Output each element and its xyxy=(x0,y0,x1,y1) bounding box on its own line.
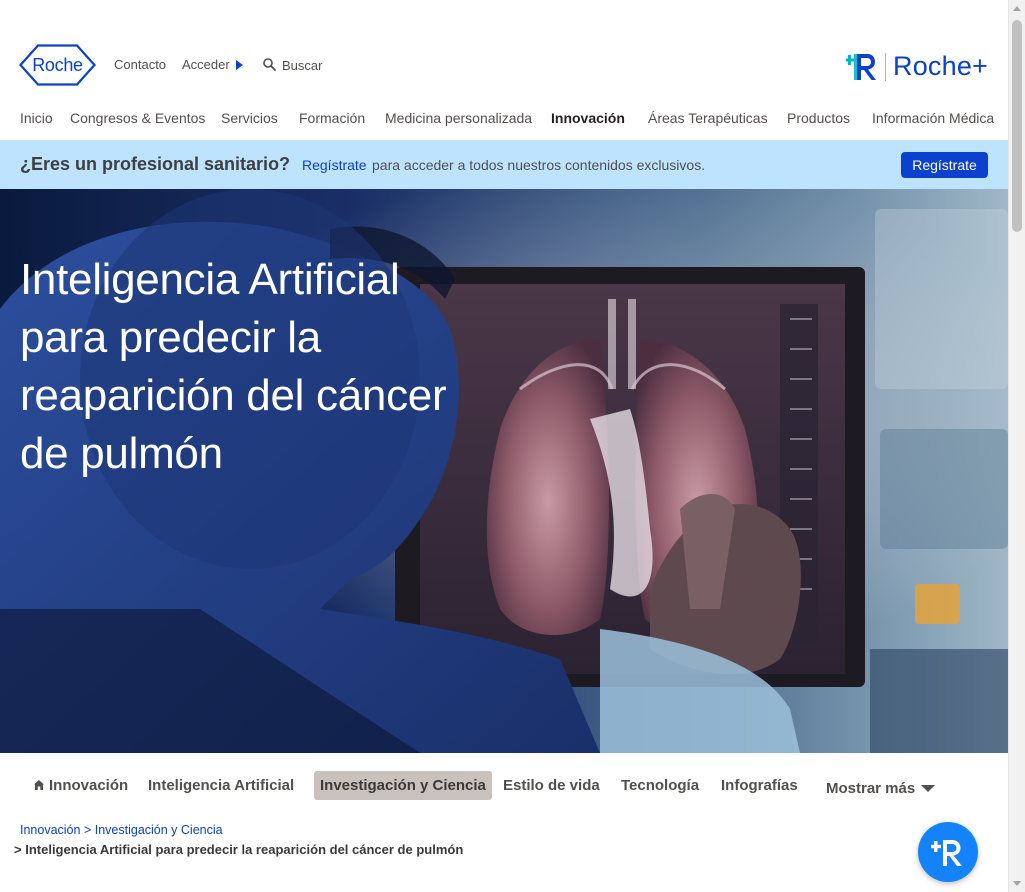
search-link[interactable]: Buscar xyxy=(282,58,322,73)
subnav-label-innovacion: Innovación xyxy=(49,777,129,794)
contact-link[interactable]: Contacto xyxy=(114,57,166,72)
breadcrumb-separator: > xyxy=(83,823,92,837)
section-subnav: Innovación Inteligencia Artificial Inves… xyxy=(0,762,1008,812)
roche-plus-mark-icon xyxy=(846,54,876,80)
scrollbar-thumb[interactable] xyxy=(1012,20,1022,232)
show-more-button[interactable]: Mostrar más xyxy=(826,780,936,797)
login-label: Acceder xyxy=(182,57,230,72)
nav-item-congresos-eventos[interactable]: Congresos & Eventos xyxy=(70,110,205,126)
subnav-item-inteligencia-artificial[interactable]: Inteligencia Artificial xyxy=(148,777,294,794)
breadcrumb-current-label: Inteligencia Artificial para predecir la… xyxy=(25,842,464,857)
nav-item-medicina-personalizada[interactable]: Medicina personalizada xyxy=(385,110,532,126)
chevron-down-icon xyxy=(921,785,936,792)
roche-logo-text: Roche xyxy=(32,55,83,75)
roche-plus-icon xyxy=(931,840,962,866)
banner-register-link[interactable]: Regístrate xyxy=(302,157,367,173)
nav-item-productos[interactable]: Productos xyxy=(787,110,850,126)
subnav-item-investigacion-ciencia[interactable]: Investigación y Ciencia xyxy=(314,771,492,800)
subnav-item-infografias[interactable]: Infografías xyxy=(721,777,798,794)
subnav-item-tecnologia[interactable]: Tecnología xyxy=(621,777,699,794)
breadcrumb-separator-current: > xyxy=(14,842,26,857)
site-header: Roche Contacto Acceder Buscar Roche+ Ini… xyxy=(0,0,1008,140)
roche-plus-chat-button[interactable] xyxy=(918,822,978,882)
subnav-item-innovacion[interactable]: Innovación xyxy=(33,777,128,794)
search-icon[interactable] xyxy=(263,58,276,71)
nav-item-informacion-medica[interactable]: Información Médica xyxy=(872,110,994,126)
hero-title: Inteligencia Artificial para predecir la… xyxy=(20,255,447,478)
nav-item-servicios[interactable]: Servicios xyxy=(221,110,278,126)
nav-item-formacion[interactable]: Formación xyxy=(299,110,365,126)
caret-right-icon xyxy=(235,60,243,70)
scroll-down-arrow-icon[interactable] xyxy=(1013,881,1021,886)
breadcrumb-current: > Inteligencia Artificial para predecir … xyxy=(14,842,463,857)
roche-logo[interactable]: Roche xyxy=(19,44,96,86)
show-more-label: Mostrar más xyxy=(826,780,916,797)
banner-text: para acceder a todos nuestros contenidos… xyxy=(372,157,706,173)
breadcrumb: Innovación > Investigación y Ciencia xyxy=(20,823,223,837)
subnav-item-estilo-de-vida[interactable]: Estilo de vida xyxy=(503,777,600,794)
nav-item-areas-terapeuticas[interactable]: Áreas Terapéuticas xyxy=(648,110,768,126)
roche-plus-divider xyxy=(885,53,886,81)
banner-question: ¿Eres un profesional sanitario? xyxy=(20,154,291,174)
page: Roche Contacto Acceder Buscar Roche+ Ini… xyxy=(0,0,1008,892)
breadcrumb-item-investigacion-ciencia[interactable]: Investigación y Ciencia xyxy=(95,823,223,837)
page-scrollbar[interactable] xyxy=(1008,0,1025,892)
home-icon xyxy=(34,780,44,790)
nav-item-inicio[interactable]: Inicio xyxy=(20,110,53,126)
login-link[interactable]: Acceder xyxy=(182,57,243,72)
scroll-up-arrow-icon[interactable] xyxy=(1013,6,1021,11)
registration-banner: ¿Eres un profesional sanitario? Regístra… xyxy=(0,140,1008,189)
roche-plus-text: Roche+ xyxy=(893,51,989,81)
register-button[interactable]: Regístrate xyxy=(901,152,988,178)
breadcrumb-item-innovacion[interactable]: Innovación xyxy=(20,823,80,837)
nav-item-innovacion[interactable]: Innovación xyxy=(551,110,625,126)
hero-banner: Inteligencia Artificial para predecir la… xyxy=(0,189,1008,753)
roche-plus-logo[interactable]: Roche+ xyxy=(846,47,989,85)
